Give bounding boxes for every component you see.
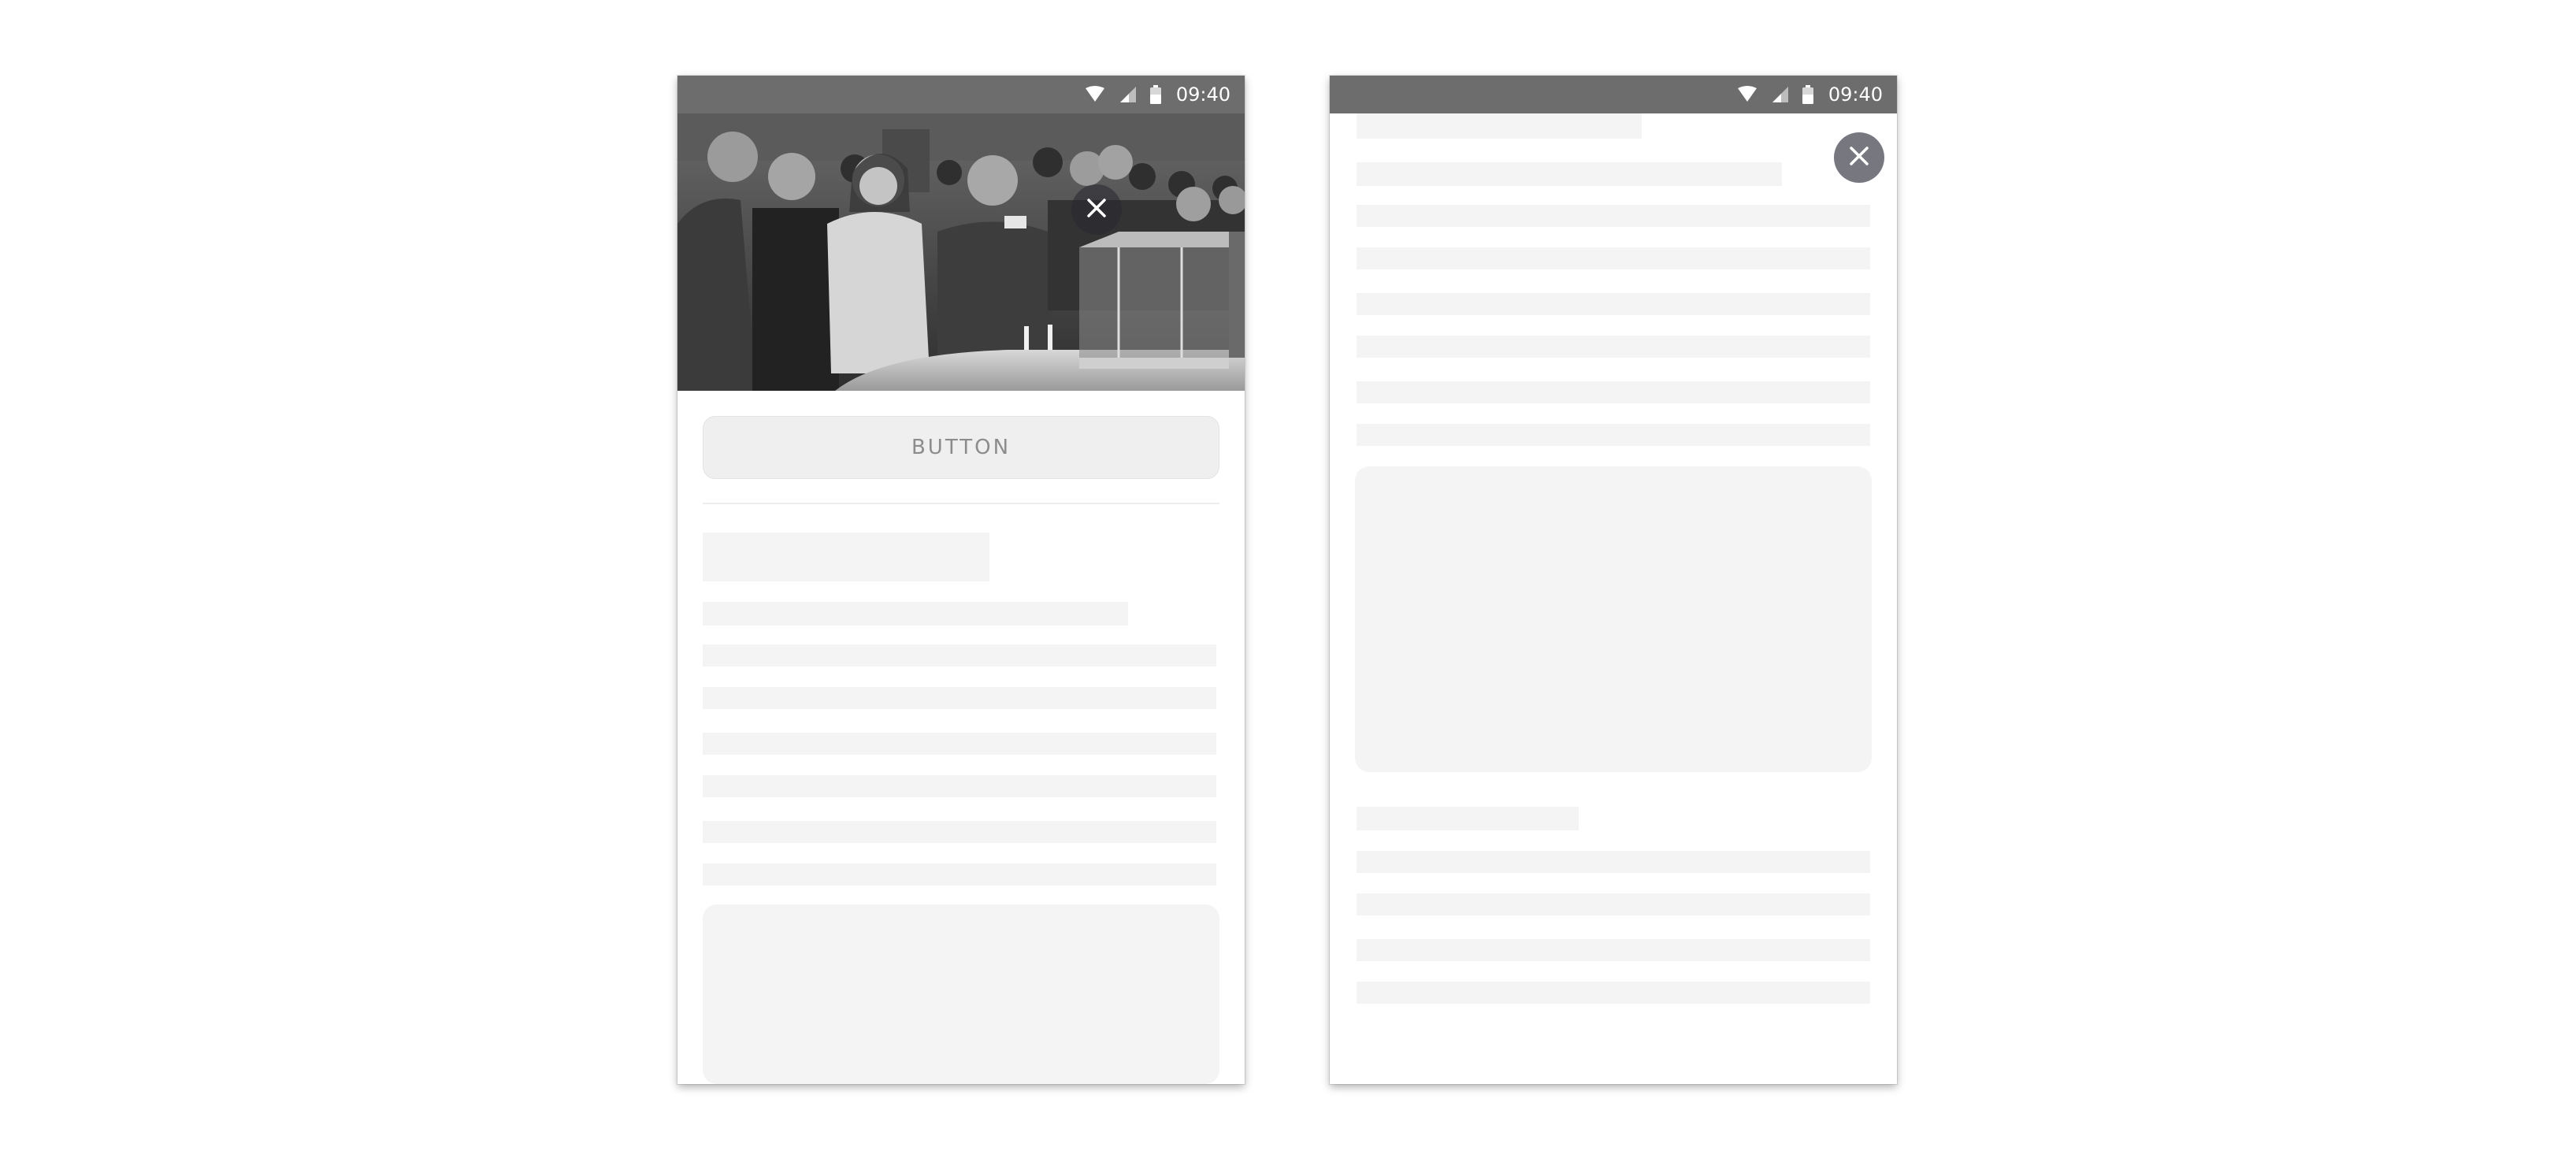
skeleton-title <box>1357 113 1642 139</box>
skeleton-subtitle <box>1357 162 1782 186</box>
close-button[interactable] <box>1834 132 1884 183</box>
status-icons: 09:40 <box>1085 76 1230 113</box>
close-icon <box>1086 198 1107 221</box>
skeleton-heading <box>1357 807 1579 830</box>
phone-screen-right: 09:40 <box>1330 76 1897 1084</box>
hero-photo <box>677 113 1245 391</box>
skeleton-card <box>1355 466 1872 772</box>
skeleton-subtitle <box>703 602 1128 626</box>
skeleton-line <box>1357 247 1870 269</box>
phone-screen-left: 09:40 BUTTON <box>677 76 1245 1084</box>
cellular-signal-icon <box>1770 86 1789 103</box>
status-time: 09:40 <box>1828 84 1883 106</box>
skeleton-line <box>1357 893 1870 915</box>
skeleton-line <box>703 687 1216 709</box>
skeleton-line <box>1357 205 1870 227</box>
battery-icon <box>1802 85 1814 104</box>
wifi-icon <box>1085 86 1105 103</box>
skeleton-line <box>703 733 1216 755</box>
skeleton-line <box>703 775 1216 797</box>
skeleton-line <box>1357 293 1870 315</box>
status-bar: 09:40 <box>677 76 1245 113</box>
skeleton-line <box>1357 336 1870 358</box>
skeleton-line <box>1357 982 1870 1004</box>
battery-icon <box>1149 85 1162 104</box>
skeleton-card <box>703 904 1219 1084</box>
skeleton-title <box>703 533 989 581</box>
close-icon <box>1849 146 1869 169</box>
skeleton-line <box>703 863 1216 886</box>
skeleton-line <box>703 644 1216 667</box>
skeleton-line <box>1357 381 1870 403</box>
skeleton-line <box>1357 939 1870 961</box>
skeleton-line <box>1357 851 1870 873</box>
status-icons: 09:40 <box>1737 76 1883 113</box>
divider <box>703 503 1219 504</box>
wifi-icon <box>1737 86 1758 103</box>
cellular-signal-icon <box>1118 86 1137 103</box>
skeleton-line <box>703 821 1216 843</box>
close-button[interactable] <box>1071 184 1122 235</box>
status-time: 09:40 <box>1175 84 1230 106</box>
primary-button[interactable]: BUTTON <box>703 416 1219 479</box>
skeleton-line <box>1357 424 1870 446</box>
status-bar: 09:40 <box>1330 76 1897 113</box>
